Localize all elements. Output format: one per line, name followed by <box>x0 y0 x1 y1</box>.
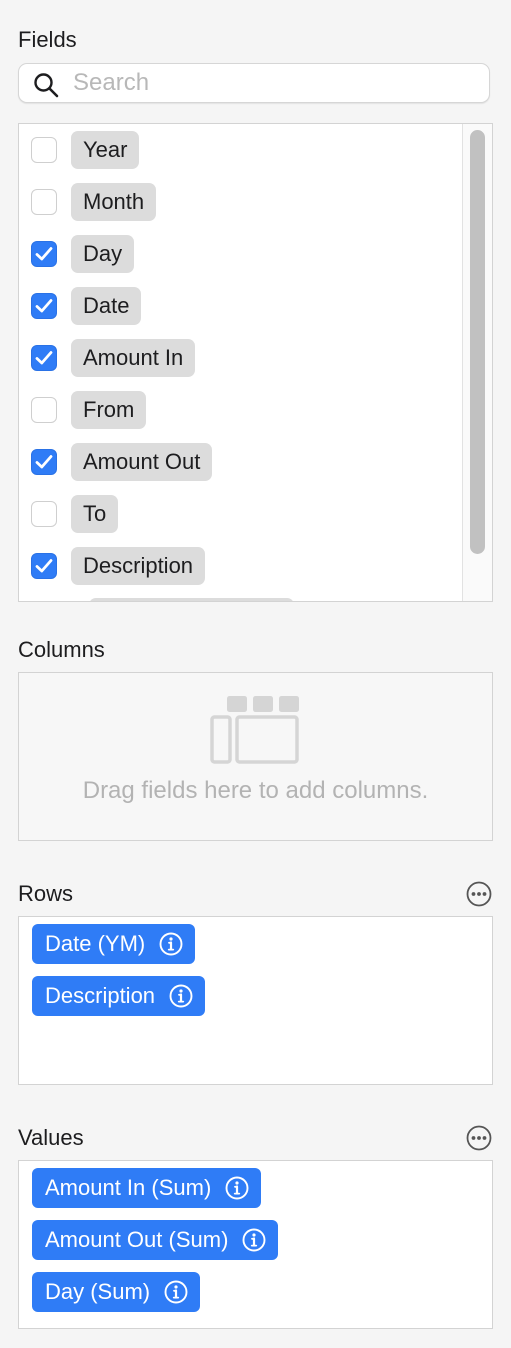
field-row[interactable]: Description <box>31 546 206 586</box>
field-row[interactable]: To <box>31 494 119 534</box>
checkmark-icon <box>35 247 53 261</box>
field-chip[interactable]: Month <box>71 183 157 221</box>
field-pill-label: Description <box>45 983 156 1008</box>
checkmark-icon <box>35 351 53 365</box>
field-row[interactable]: Day <box>31 234 135 274</box>
values-drop-zone[interactable]: Amount In (Sum) Amount Out (Sum) Day (Sum) <box>18 1160 493 1329</box>
columns-empty-text: Drag fields here to add columns. <box>82 777 429 804</box>
field-checkbox[interactable] <box>31 449 57 475</box>
field-chip-partial[interactable] <box>89 598 294 601</box>
field-checkbox[interactable] <box>31 241 57 267</box>
field-row[interactable]: Amount In <box>31 338 196 378</box>
field-checkbox[interactable] <box>31 293 57 319</box>
search-icon <box>34 73 59 98</box>
field-pill[interactable]: Day (Sum) <box>32 1272 201 1312</box>
field-pill[interactable]: Date (YM) <box>32 924 196 964</box>
fields-scrollbar-thumb[interactable] <box>470 130 485 554</box>
field-row[interactable]: Amount Out <box>31 442 213 482</box>
search-input[interactable] <box>73 67 473 99</box>
field-row[interactable]: Date <box>31 286 142 326</box>
field-pill-label: Amount Out (Sum) <box>45 1227 229 1252</box>
values-title: Values <box>18 1125 84 1150</box>
pivot-fields-panel: Fields Year Month Day Date Amount In From Amou… <box>0 0 511 1348</box>
field-chip[interactable]: Year <box>71 131 140 169</box>
field-chip[interactable]: To <box>71 495 119 533</box>
field-row[interactable]: Year <box>31 130 140 170</box>
column-layout-icon <box>210 696 299 764</box>
rows-drop-zone[interactable]: Date (YM) Description <box>18 916 493 1085</box>
field-chip[interactable]: Amount In <box>71 339 196 377</box>
checkmark-icon <box>35 299 53 313</box>
info-icon[interactable] <box>225 1176 249 1200</box>
info-icon[interactable] <box>169 984 193 1008</box>
field-pill[interactable]: Amount Out (Sum) <box>32 1220 279 1260</box>
fields-scrollbar[interactable] <box>462 124 492 601</box>
checkmark-icon <box>35 455 53 469</box>
field-chip[interactable]: Day <box>71 235 135 273</box>
field-pill[interactable]: Amount In (Sum) <box>32 1168 262 1208</box>
field-checkbox[interactable] <box>31 397 57 423</box>
field-pill-label: Day (Sum) <box>45 1279 151 1304</box>
field-checkbox[interactable] <box>31 553 57 579</box>
info-icon[interactable] <box>242 1228 266 1252</box>
field-pill-label: Amount In (Sum) <box>45 1175 212 1200</box>
field-chip[interactable]: Description <box>71 547 206 585</box>
field-chip[interactable]: Amount Out <box>71 443 213 481</box>
field-chip[interactable]: From <box>71 391 147 429</box>
columns-title: Columns <box>18 637 105 662</box>
fields-title: Fields <box>18 27 77 52</box>
field-row[interactable]: Month <box>31 182 157 222</box>
fields-list[interactable]: Year Month Day Date Amount In From Amount Out T… <box>18 123 493 602</box>
field-pill[interactable]: Description <box>32 976 206 1016</box>
field-row[interactable]: From <box>31 390 147 430</box>
search-field[interactable] <box>18 63 490 103</box>
columns-drop-zone[interactable]: Drag fields here to add columns. <box>18 672 493 841</box>
field-pill-label: Date (YM) <box>45 931 146 956</box>
info-icon[interactable] <box>159 932 183 956</box>
more-options-icon[interactable] <box>466 1125 492 1151</box>
field-checkbox[interactable] <box>31 189 57 215</box>
info-icon[interactable] <box>164 1280 188 1304</box>
field-chip[interactable]: Date <box>71 287 142 325</box>
rows-title: Rows <box>18 881 74 906</box>
field-checkbox[interactable] <box>31 501 57 527</box>
checkmark-icon <box>35 559 53 573</box>
field-checkbox[interactable] <box>31 345 57 371</box>
field-checkbox[interactable] <box>31 137 57 163</box>
more-options-icon[interactable] <box>466 881 492 907</box>
